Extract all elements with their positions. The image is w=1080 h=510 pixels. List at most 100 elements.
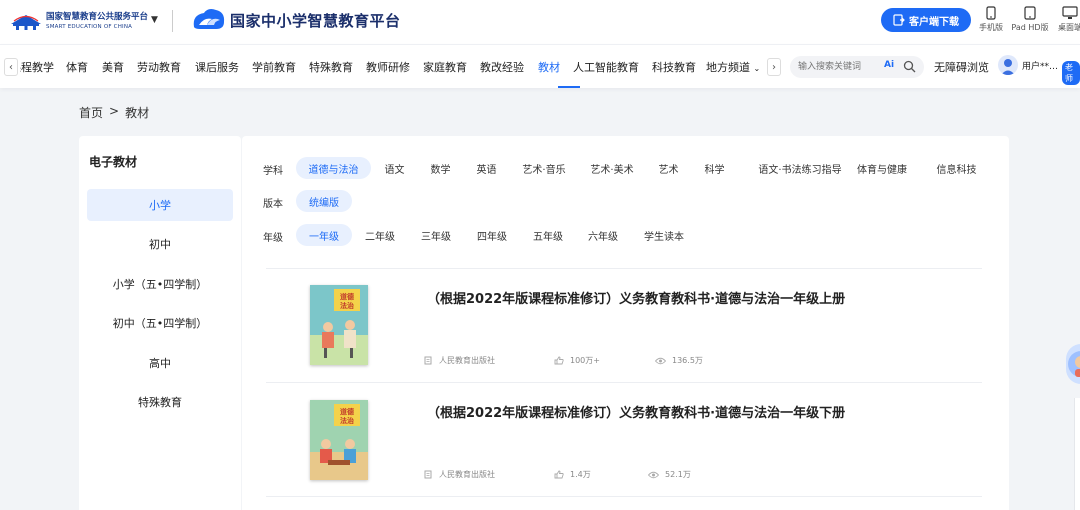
filter-subject-art[interactable]: 艺术 — [652, 157, 685, 179]
book-publisher: 人民教育出版社 — [424, 469, 495, 480]
assistant-float-icon[interactable] — [1066, 344, 1080, 384]
book-cover[interactable]: 道德 法治 — [310, 400, 368, 480]
nav-item-reform[interactable]: 教改经验 — [480, 59, 524, 75]
platform-name-en: SMART EDUCATION OF CHINA — [46, 24, 133, 30]
book-publisher-label: 人民教育出版社 — [439, 470, 495, 479]
logo-divider — [172, 10, 173, 32]
nav-item-teacher-training[interactable]: 教师研修 — [366, 59, 410, 75]
filter-subject-label: 学科 — [263, 166, 283, 177]
book-views: 136.5万 — [655, 355, 703, 366]
user-name: 用户**… — [1022, 61, 1059, 72]
nav-item-arts[interactable]: 美育 — [102, 59, 124, 75]
nav-prev-arrow-icon[interactable]: ‹ — [4, 58, 18, 76]
book-cover[interactable]: 道德 法治 — [310, 285, 368, 365]
nav-item-ai-ed[interactable]: 人工智能教育 — [573, 59, 639, 75]
sidebar-item-junior[interactable]: 初中 — [87, 228, 233, 260]
user-menu[interactable]: 用户**… — [998, 55, 1058, 75]
breadcrumb-separator: > — [109, 104, 120, 118]
filter-subject-moral[interactable]: 道德与法治 — [296, 157, 371, 179]
site-title: 国家中小学智慧教育平台 — [230, 11, 401, 30]
filter-subject-it[interactable]: 信息科技 — [929, 157, 984, 179]
nav-next-arrow-icon[interactable]: › — [767, 58, 781, 76]
filter-grade-1[interactable]: 一年级 — [296, 224, 352, 246]
nav-item-labor[interactable]: 劳动教育 — [137, 59, 181, 75]
filter-grade-2[interactable]: 二年级 — [361, 224, 399, 246]
ai-search-icon[interactable]: Ai — [884, 60, 894, 70]
nav-items: 课程教学 体育 美育 劳动教育 课后服务 学前教育 特殊教育 教师研修 家庭教育… — [20, 45, 765, 89]
nav-item-textbooks[interactable]: 教材 — [538, 59, 560, 75]
filter-grade-6[interactable]: 六年级 — [584, 224, 622, 246]
book-cover-illustration: 道德 法治 — [310, 400, 368, 480]
user-role-badge: 老师 — [1062, 61, 1080, 85]
filter-grade-label: 年级 — [263, 233, 283, 244]
top-header: 国家智慧教育公共服务平台 SMART EDUCATION OF CHINA ▼ … — [0, 0, 1080, 44]
channel-nav: ‹ 课程教学 体育 美育 劳动教育 课后服务 学前教育 特殊教育 教师研修 家庭… — [0, 44, 1080, 88]
filter-subject-fine-arts[interactable]: 艺术·美术 — [584, 157, 640, 179]
book-publisher-label: 人民教育出版社 — [439, 356, 495, 365]
device-mobile-label: 手机版 — [979, 23, 1003, 32]
platform-switch-caret-icon[interactable]: ▼ — [151, 15, 158, 25]
site-logo[interactable]: 国家中小学智慧教育平台 — [190, 5, 401, 35]
platform-logo[interactable]: 国家智慧教育公共服务平台 SMART EDUCATION OF CHINA — [10, 12, 148, 32]
device-mobile[interactable]: 手机版 — [971, 6, 1011, 33]
sidebar-item-primary-54[interactable]: 小学（五•四学制） — [87, 268, 233, 300]
filter-subject-science[interactable]: 科学 — [698, 157, 731, 179]
book-title[interactable]: （根据2022年版课程标准修订）义务教育教科书·道德与法治一年级下册 — [427, 402, 845, 421]
filter-subject-pe[interactable]: 体育与健康 — [855, 157, 909, 179]
breadcrumb: 首页 > 教材 — [79, 104, 149, 121]
nav-item-preschool[interactable]: 学前教育 — [252, 59, 296, 75]
sidebar-item-junior-54[interactable]: 初中（五•四学制） — [87, 307, 233, 339]
sidebar-title: 电子教材 — [89, 155, 138, 169]
list-divider — [266, 496, 982, 497]
filter-subject-music[interactable]: 艺术·音乐 — [516, 157, 572, 179]
filter-edition-label: 版本 — [263, 199, 283, 210]
filter-subject-chinese[interactable]: 语文 — [378, 157, 411, 179]
filter-subject-english[interactable]: 英语 — [470, 157, 503, 179]
phone-icon — [986, 6, 996, 20]
search-input[interactable] — [798, 59, 878, 75]
book-likes-count: 100万+ — [570, 356, 600, 365]
sidebar-item-special[interactable]: 特殊教育 — [87, 386, 233, 418]
nav-item-after-school[interactable]: 课后服务 — [195, 59, 239, 75]
book-title[interactable]: （根据2022年版课程标准修订）义务教育教科书·道德与法治一年级上册 — [427, 288, 845, 307]
nav-active-underline — [558, 86, 580, 88]
filter-subject-calligraphy[interactable]: 语文·书法练习指导 — [745, 157, 855, 179]
book-publisher: 人民教育出版社 — [424, 355, 495, 366]
platform-logo-icon — [11, 15, 41, 30]
nav-item-special-ed[interactable]: 特殊教育 — [309, 59, 353, 75]
nav-item-local[interactable]: 地方频道 ⌄ — [706, 59, 760, 75]
client-download-button[interactable]: 客户端下载 — [881, 8, 971, 32]
device-pad-label: Pad HD版 — [1011, 23, 1049, 32]
filter-grade-3[interactable]: 三年级 — [417, 224, 455, 246]
thumbs-up-icon — [554, 356, 564, 365]
book-likes: 1.4万 — [554, 469, 591, 480]
book-views-count: 136.5万 — [672, 356, 703, 365]
device-pad[interactable]: Pad HD版 — [1010, 6, 1050, 33]
breadcrumb-home[interactable]: 首页 — [79, 104, 103, 121]
sidebar-item-senior[interactable]: 高中 — [87, 347, 233, 379]
search-icon[interactable] — [903, 60, 916, 73]
sidebar-item-primary[interactable]: 小学 — [87, 189, 233, 221]
book-likes-count: 1.4万 — [570, 470, 591, 479]
publisher-icon — [424, 470, 432, 479]
breadcrumb-current: 教材 — [125, 106, 150, 120]
chevron-down-icon: ⌄ — [753, 64, 761, 73]
book-views: 52.1万 — [648, 469, 691, 480]
textbook-panel: 学科 道德与法治 语文 数学 英语 艺术·音乐 艺术·美术 艺术 科学 语文·书… — [242, 136, 1009, 510]
accessibility-link[interactable]: 无障碍浏览 — [934, 59, 989, 75]
nav-item-sci-tech[interactable]: 科技教育 — [652, 59, 696, 75]
nav-item-family-ed[interactable]: 家庭教育 — [423, 59, 467, 75]
filter-grade-5[interactable]: 五年级 — [529, 224, 567, 246]
list-item[interactable]: 道德 法治 （根据2022年版课程标准修订）义务教育教科书·道德与法治一年级上册… — [266, 269, 982, 383]
filter-grade-4[interactable]: 四年级 — [473, 224, 511, 246]
nav-item-course-teaching[interactable]: 课程教学 — [20, 59, 54, 75]
book-likes: 100万+ — [554, 355, 600, 366]
filter-subject-math[interactable]: 数学 — [424, 157, 457, 179]
device-desktop[interactable]: 桌面端 — [1050, 6, 1080, 33]
book-views-count: 52.1万 — [665, 470, 691, 479]
side-panel-edge — [1074, 398, 1080, 510]
filter-edition-unified[interactable]: 统编版 — [296, 190, 352, 212]
nav-item-sports[interactable]: 体育 — [66, 59, 88, 75]
list-item[interactable]: 道德 法治 （根据2022年版课程标准修订）义务教育教科书·道德与法治一年级下册… — [266, 383, 982, 497]
filter-grade-reader[interactable]: 学生读本 — [640, 224, 688, 246]
